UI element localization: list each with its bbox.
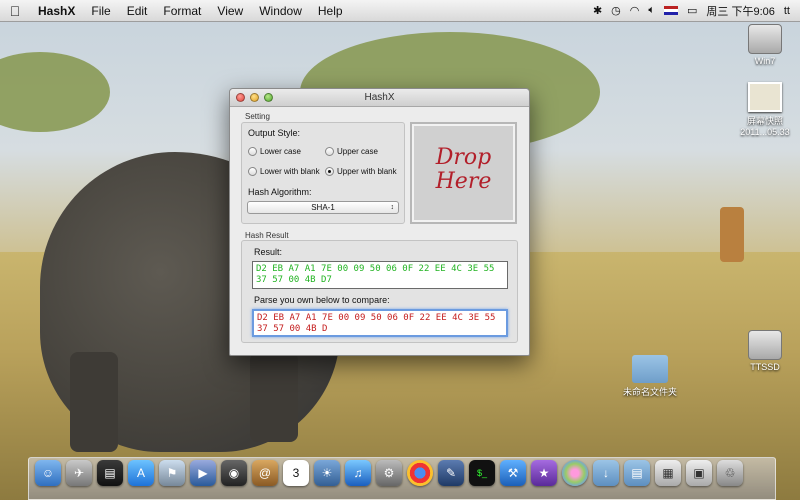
finder-icon[interactable]: ☺ xyxy=(35,460,61,486)
hash-algorithm-label: Hash Algorithm: xyxy=(248,187,312,197)
screenshots-stack-icon[interactable]: ▣ xyxy=(686,460,712,486)
drop-zone[interactable]: Drop Here xyxy=(410,122,517,224)
battery-icon[interactable]: ▭ xyxy=(687,4,697,17)
menu-view[interactable]: View xyxy=(209,4,251,18)
iphoto-icon[interactable]: ☀ xyxy=(314,460,340,486)
background-tree xyxy=(0,52,110,132)
dock-icons: ☺ ✈ ▤ A ⚑ ▶ ◉ @ 3 ☀ ♫ ⚙ ✎ $_ ⚒ ★ ↓ ▤ ▦ ▣… xyxy=(35,460,743,486)
chrome-icon[interactable] xyxy=(407,460,433,486)
radio-upper-with-blank[interactable]: Upper with blank xyxy=(325,167,397,176)
app-store-icon[interactable]: A xyxy=(128,460,154,486)
radio-label: Lower with blank xyxy=(260,167,320,176)
drop-here-text: Drop Here xyxy=(412,146,515,194)
pixelmator-icon[interactable]: ★ xyxy=(531,460,557,486)
radio-button[interactable] xyxy=(248,147,257,156)
menu-help[interactable]: Help xyxy=(310,4,351,18)
radio-upper-case[interactable]: Upper case xyxy=(325,147,378,156)
window-title: HashX xyxy=(364,92,395,103)
desktop-icon-label: 未命名文件夹 xyxy=(622,387,677,397)
status-area: ✱ ◷ ◠ 🔈︎ ▭ 周三 下午9:06 tt xyxy=(593,3,800,19)
hashx-window: HashX Setting Output Style: Lower case U… xyxy=(229,88,530,356)
hash-algorithm-select[interactable]: SHA-1 ↕ xyxy=(247,201,399,214)
result-field[interactable]: D2 EB A7 A1 7E 00 09 50 06 0F 22 EE 4C 3… xyxy=(252,261,508,289)
downloads-folder-icon[interactable]: ↓ xyxy=(593,460,619,486)
drop-line-1: Drop xyxy=(435,145,492,170)
desktop-icon-ttssd[interactable]: TTSSD xyxy=(735,330,795,372)
radio-label: Lower case xyxy=(260,147,301,156)
grid-stack-icon[interactable]: ▦ xyxy=(655,460,681,486)
menubar-user[interactable]: tt xyxy=(784,5,790,17)
apple-menu-icon[interactable]:  xyxy=(0,3,30,19)
zoom-button[interactable] xyxy=(264,93,273,102)
desktop-icon-label: 屏幕快照 2011...05.33 xyxy=(740,116,790,137)
folder-icon xyxy=(632,355,668,383)
window-controls xyxy=(236,93,273,102)
radio-button[interactable] xyxy=(248,167,257,176)
photo-booth-icon[interactable]: ◉ xyxy=(221,460,247,486)
facetime-icon[interactable]: ▶ xyxy=(190,460,216,486)
menu-format[interactable]: Format xyxy=(155,4,209,18)
compare-label: Parse you own below to compare: xyxy=(254,295,390,305)
menubar:  HashX File Edit Format View Window Hel… xyxy=(0,0,800,22)
menubar-clock[interactable]: 周三 下午9:06 xyxy=(706,3,774,19)
dashboard-icon[interactable]: ▤ xyxy=(97,460,123,486)
desktop-icon-label: TTSSD xyxy=(750,362,780,372)
minimize-button[interactable] xyxy=(250,93,259,102)
desktop-icon-label: Win7 xyxy=(754,56,776,66)
output-style-label: Output Style: xyxy=(248,128,301,138)
preview-icon[interactable]: ⚑ xyxy=(159,460,185,486)
close-button[interactable] xyxy=(236,93,245,102)
hard-drive-icon xyxy=(748,24,782,54)
color-picker-icon[interactable] xyxy=(562,460,588,486)
radio-lower-case[interactable]: Lower case xyxy=(248,147,301,156)
radio-button-selected[interactable] xyxy=(325,167,334,176)
volume-icon[interactable]: 🔈︎ xyxy=(648,4,655,17)
hard-drive-icon xyxy=(748,330,782,360)
radio-label: Upper with blank xyxy=(337,167,397,176)
setting-section-label: Setting xyxy=(245,112,270,121)
menu-edit[interactable]: Edit xyxy=(119,4,156,18)
terminal-icon[interactable]: $_ xyxy=(469,460,495,486)
desktop-icon-screenshot[interactable]: 屏幕快照 2011...05.33 xyxy=(733,82,797,137)
dock: ☺ ✈ ▤ A ⚑ ▶ ◉ @ 3 ☀ ♫ ⚙ ✎ $_ ⚒ ★ ↓ ▤ ▦ ▣… xyxy=(28,457,776,500)
system-preferences-icon[interactable]: ⚙ xyxy=(376,460,402,486)
time-machine-icon[interactable]: ◷ xyxy=(611,4,621,17)
radio-label: Upper case xyxy=(337,147,378,156)
contacts-icon[interactable]: @ xyxy=(252,460,278,486)
desktop-icon-win7[interactable]: Win7 xyxy=(735,24,795,66)
hash-result-section-label: Hash Result xyxy=(245,231,289,240)
hash-algorithm-value: SHA-1 xyxy=(311,203,335,212)
elephant-leg xyxy=(70,352,118,452)
calendar-icon[interactable]: 3 xyxy=(283,460,309,486)
giraffe xyxy=(720,207,744,262)
pen-tool-icon[interactable]: ✎ xyxy=(438,460,464,486)
input-source-flag-icon[interactable] xyxy=(664,6,678,15)
documents-folder-icon[interactable]: ▤ xyxy=(624,460,650,486)
drop-line-2: Here xyxy=(435,169,492,194)
updown-arrows-icon: ↕ xyxy=(390,204,395,211)
menu-window[interactable]: Window xyxy=(251,4,310,18)
launchpad-icon[interactable]: ✈ xyxy=(66,460,92,486)
window-titlebar[interactable]: HashX xyxy=(230,89,529,107)
result-label: Result: xyxy=(254,247,283,257)
compare-input[interactable]: D2 EB A7 A1 7E 00 09 50 06 0F 22 EE 4C 3… xyxy=(252,309,508,337)
menu-file[interactable]: File xyxy=(83,4,118,18)
bluetooth-icon[interactable]: ✱ xyxy=(593,4,602,17)
radio-lower-with-blank[interactable]: Lower with blank xyxy=(248,167,320,176)
itunes-icon[interactable]: ♫ xyxy=(345,460,371,486)
wifi-icon[interactable]: ◠ xyxy=(630,4,640,17)
desktop-icon-folder[interactable]: 未命名文件夹 xyxy=(620,355,680,398)
app-menu[interactable]: HashX xyxy=(30,4,83,18)
elephant-leg xyxy=(250,352,298,442)
trash-icon[interactable]: ♲ xyxy=(717,460,743,486)
xcode-icon[interactable]: ⚒ xyxy=(500,460,526,486)
radio-button[interactable] xyxy=(325,147,334,156)
screenshot-thumbnail-icon xyxy=(748,82,782,112)
